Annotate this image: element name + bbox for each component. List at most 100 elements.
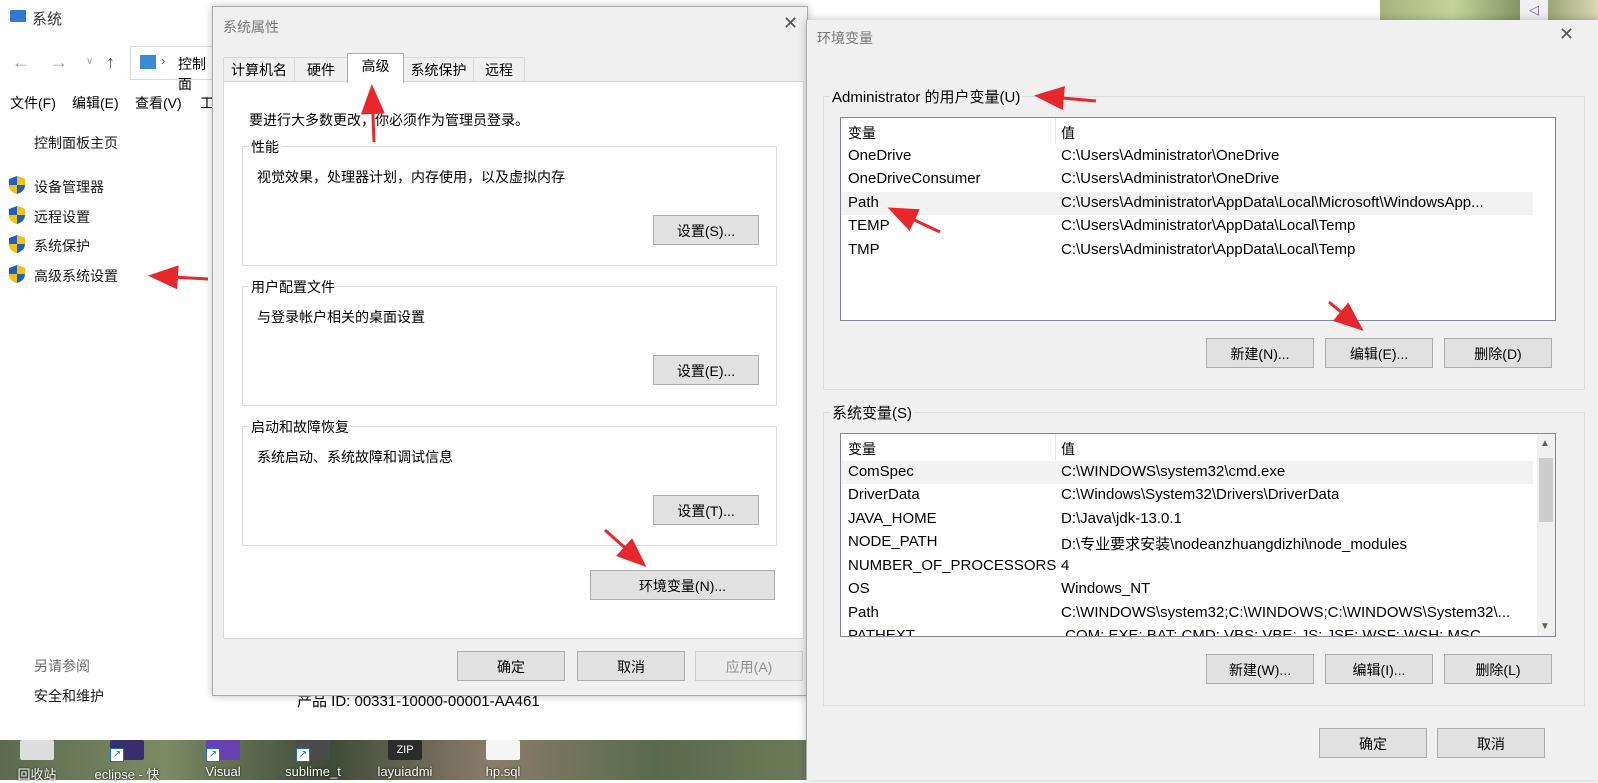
- close-icon[interactable]: ✕: [1559, 24, 1574, 45]
- list-item[interactable]: NUMBER_OF_PROCESSORS 4: [841, 555, 1533, 578]
- up-arrow-icon[interactable]: ↑: [106, 52, 115, 73]
- list-item[interactable]: DriverData C:\Windows\System32\Drivers\Dr…: [841, 484, 1533, 507]
- advanced-system-settings-link[interactable]: 高级系统设置: [34, 266, 118, 286]
- column-header-variable[interactable]: 变量: [848, 123, 876, 143]
- ok-button[interactable]: 确定: [457, 651, 565, 681]
- system-delete-button[interactable]: 删除(L): [1444, 654, 1552, 684]
- breadcrumb-chevron-icon[interactable]: ›: [161, 53, 165, 68]
- apply-button[interactable]: 应用(A): [695, 651, 803, 681]
- remote-settings-link[interactable]: 远程设置: [34, 207, 90, 227]
- tab-remote[interactable]: 远程: [473, 57, 525, 82]
- tab-hardware[interactable]: 硬件: [294, 57, 348, 82]
- dialog-title: 系统属性: [223, 19, 279, 35]
- system-new-button[interactable]: 新建(W)...: [1206, 654, 1314, 684]
- visual-studio-taskbar-icon[interactable]: ◁: [1520, 0, 1548, 20]
- list-item[interactable]: TEMP C:\Users\Administrator\AppData\Local…: [841, 215, 1533, 238]
- uac-shield-icon: [9, 206, 25, 224]
- group-description: 与登录帐户相关的桌面设置: [257, 309, 425, 325]
- desktop-wallpaper-strip: [1380, 0, 1598, 20]
- user-delete-button[interactable]: 删除(D): [1444, 338, 1552, 368]
- scroll-down-icon[interactable]: ▼: [1540, 621, 1550, 632]
- admin-note: 要进行大多数更改，你必须作为管理员登录。: [249, 112, 529, 128]
- desktop-icon-eclipse[interactable]: ↗ eclipse - 快: [92, 740, 162, 782]
- list-item[interactable]: NODE_PATH D:\专业要求安装\nodeanzhuangdizhi\nod…: [841, 531, 1533, 554]
- list-item[interactable]: Path C:\WINDOWS\system32;C:\WINDOWS;C:\WI…: [841, 602, 1533, 625]
- menu-edit[interactable]: 编辑(E): [72, 93, 119, 113]
- list-header: 变量 值: [841, 434, 1555, 460]
- shortcut-arrow-icon: ↗: [110, 748, 124, 762]
- back-arrow-icon[interactable]: ←: [12, 52, 30, 73]
- user-profiles-group: 用户配置文件 与登录帐户相关的桌面设置 设置(E)...: [242, 277, 777, 406]
- desktop-icon-visual[interactable]: ↗ Visual: [188, 740, 258, 780]
- environment-variables-button[interactable]: 环境变量(N)...: [590, 570, 775, 600]
- desktop-icon-recycle-bin[interactable]: 回收站: [2, 740, 72, 782]
- startup-settings-button[interactable]: 设置(T)...: [653, 495, 759, 525]
- list-item[interactable]: OneDrive C:\Users\Administrator\OneDrive: [841, 145, 1533, 168]
- list-item[interactable]: TMP C:\Users\Administrator\AppData\Local\…: [841, 239, 1533, 262]
- vertical-scrollbar[interactable]: ▲ ▼: [1537, 434, 1555, 636]
- group-description: 视觉效果，处理器计划，内存使用，以及虚拟内存: [257, 169, 565, 185]
- system-variables-list[interactable]: 变量 值 ComSpec C:\WINDOWS\system32\cmd.exe …: [840, 433, 1556, 637]
- tab-advanced[interactable]: 高级: [347, 53, 404, 83]
- device-manager-link[interactable]: 设备管理器: [34, 177, 104, 197]
- recycle-bin-icon: [20, 740, 54, 760]
- uac-shield-icon: [9, 176, 25, 194]
- group-description: 系统启动、系统故障和调试信息: [257, 449, 453, 465]
- environment-variables-dialog: 环境变量 ✕ Administrator 的用户变量(U) 变量 值 OneDr…: [806, 20, 1598, 780]
- recent-chevron-icon[interactable]: ∨: [86, 56, 93, 67]
- system-edit-button[interactable]: 编辑(I)...: [1325, 654, 1433, 684]
- group-title: 性能: [249, 137, 281, 157]
- shortcut-arrow-icon: ↗: [296, 748, 310, 762]
- forward-arrow-icon[interactable]: →: [50, 52, 68, 73]
- zip-icon: ZIP: [388, 740, 422, 760]
- list-item[interactable]: PATHEXT .COM;.EXE;.BAT;.CMD;.VBS;.VBE;.JS…: [841, 625, 1533, 636]
- window-title: 系统: [32, 11, 63, 28]
- system-properties-dialog: 系统属性 ✕ 计算机名 硬件 高级 系统保护 远程 要进行大多数更改，你必须作为…: [212, 6, 808, 696]
- list-item-selected[interactable]: ComSpec C:\WINDOWS\system32\cmd.exe: [841, 461, 1533, 484]
- see-also-heading: 另请参阅: [34, 658, 90, 674]
- control-panel-home-link[interactable]: 控制面板主页: [34, 133, 118, 153]
- cancel-button[interactable]: 取消: [577, 651, 685, 681]
- system-protection-link[interactable]: 系统保护: [34, 236, 90, 256]
- scroll-up-icon[interactable]: ▲: [1540, 438, 1550, 449]
- system-window: 系统 ← → ∨ ↑ › 控制面 文件(F) 编辑(E) 查看(V) 工 控制面…: [0, 0, 221, 740]
- breadcrumb[interactable]: 控制面: [178, 54, 215, 94]
- user-new-button[interactable]: 新建(N)...: [1206, 338, 1314, 368]
- uac-shield-icon: [9, 235, 25, 253]
- list-item[interactable]: JAVA_HOME D:\Java\jdk-13.0.1: [841, 508, 1533, 531]
- system-variables-title: 系统变量(S): [830, 402, 914, 423]
- menu-file[interactable]: 文件(F): [10, 93, 56, 113]
- desktop-icon-layuiadmin[interactable]: ZIP layuiadmi: [370, 740, 440, 780]
- column-header-value[interactable]: 值: [1061, 123, 1075, 143]
- advanced-tab-pane: 要进行大多数更改，你必须作为管理员登录。 性能 视觉效果，处理器计划，内存使用，…: [223, 81, 804, 639]
- list-item-selected[interactable]: Path C:\Users\Administrator\AppData\Local…: [841, 192, 1533, 215]
- scrollbar-thumb[interactable]: [1539, 458, 1553, 522]
- column-header-variable[interactable]: 变量: [848, 439, 876, 459]
- close-icon[interactable]: ✕: [783, 13, 798, 34]
- list-item[interactable]: OneDriveConsumer C:\Users\Administrator\O…: [841, 168, 1533, 191]
- user-profiles-settings-button[interactable]: 设置(E)...: [653, 355, 759, 385]
- sql-file-icon: [486, 740, 520, 760]
- group-title: 用户配置文件: [249, 277, 337, 297]
- user-variables-list[interactable]: 变量 值 OneDrive C:\Users\Administrator\OneD…: [840, 117, 1556, 321]
- menu-view[interactable]: 查看(V): [135, 93, 182, 113]
- desktop-icon-sublime[interactable]: ↗ sublime_t: [278, 740, 348, 780]
- list-item[interactable]: OS Windows_NT: [841, 578, 1533, 601]
- cancel-button[interactable]: 取消: [1437, 728, 1545, 758]
- uac-shield-icon: [9, 265, 25, 283]
- shortcut-arrow-icon: ↗: [206, 748, 220, 762]
- security-maintenance-link[interactable]: 安全和维护: [34, 686, 104, 706]
- tab-system-protection[interactable]: 系统保护: [403, 57, 474, 82]
- desktop-background: 回收站 ↗ eclipse - 快 ↗ Visual ↗ sublime_t Z…: [0, 740, 820, 782]
- performance-group: 性能 视觉效果，处理器计划，内存使用，以及虚拟内存 设置(S)...: [242, 137, 777, 266]
- desktop-icon-hp-sql[interactable]: hp.sql: [468, 740, 538, 780]
- user-variables-title: Administrator 的用户变量(U): [830, 86, 1023, 107]
- ok-button[interactable]: 确定: [1319, 728, 1427, 758]
- control-panel-icon: [140, 55, 156, 69]
- performance-settings-button[interactable]: 设置(S)...: [653, 215, 759, 245]
- tab-computer-name[interactable]: 计算机名: [223, 57, 295, 82]
- column-header-value[interactable]: 值: [1061, 439, 1075, 459]
- group-title: 启动和故障恢复: [249, 417, 351, 437]
- dialog-title: 环境变量: [817, 30, 873, 46]
- user-edit-button[interactable]: 编辑(E)...: [1325, 338, 1433, 368]
